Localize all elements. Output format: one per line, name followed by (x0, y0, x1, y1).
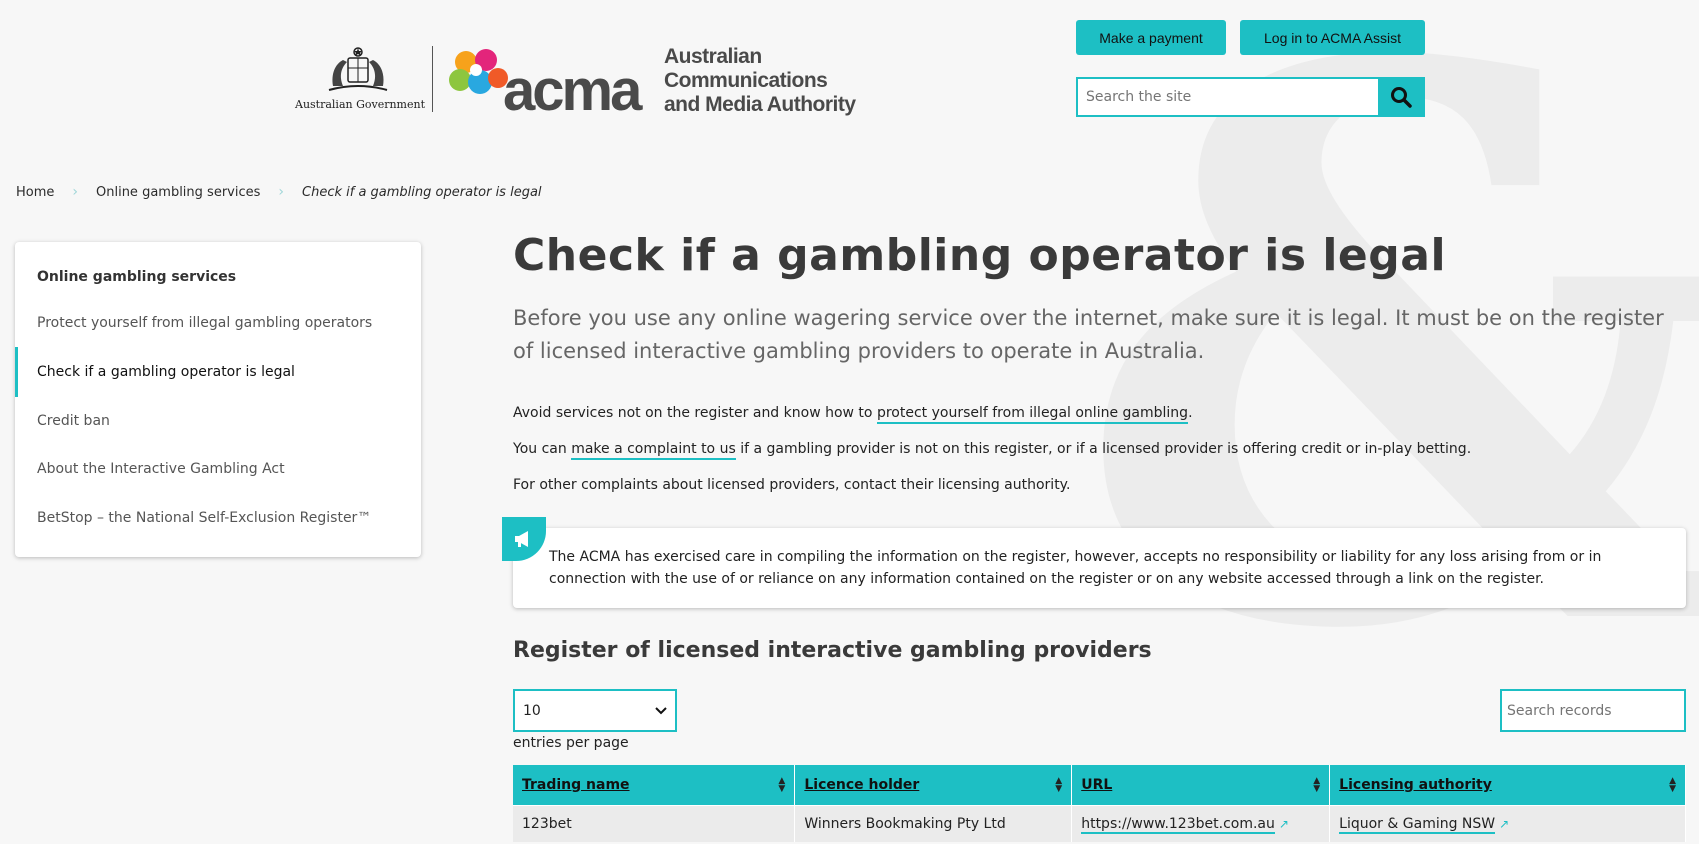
breadcrumb-current: Check if a gambling operator is legal (302, 184, 542, 200)
search-records-input[interactable] (1502, 691, 1684, 730)
sidebar-item-check-operator[interactable]: Check if a gambling operator is legal (37, 364, 295, 380)
site-search-input[interactable] (1078, 79, 1378, 115)
licensing-authority-link[interactable]: Liquor & Gaming NSW (1339, 815, 1496, 834)
paragraph-other-complaints: For other complaints about licensed prov… (513, 477, 1071, 493)
sort-icon: ▲ ▼ (1313, 776, 1321, 794)
make-payment-button[interactable]: Make a payment (1076, 20, 1226, 55)
acma-name-line-1: Australian (664, 45, 762, 68)
notice-badge (502, 517, 546, 561)
column-header-trading-name[interactable]: Trading name ▲ ▼ (513, 765, 796, 805)
sidebar-title[interactable]: Online gambling services (37, 269, 236, 285)
coat-of-arms-icon (328, 47, 387, 91)
australian-government-label: Australian Government (295, 98, 426, 111)
register-table: Trading name ▲ ▼ Licence holder ▲ ▼ URL ▲ ▼ Li… (513, 765, 1686, 842)
sidebar-active-indicator (15, 347, 18, 397)
cell-licensing-authority: Liquor & Gaming NSW ↗ (1329, 804, 1686, 842)
protect-yourself-link[interactable]: protect yourself from illegal online gam… (876, 405, 1189, 424)
column-header-label: Licensing authority (1339, 776, 1492, 793)
external-link-icon: ↗ (1499, 816, 1510, 831)
sort-icon: ▲ ▼ (1669, 776, 1676, 794)
chevron-down-icon (655, 706, 667, 714)
paragraph-avoid-services: Avoid services not on the register and k… (513, 405, 1193, 424)
column-header-licence-holder[interactable]: Licence holder ▲ ▼ (794, 765, 1073, 805)
chevron-right-icon: › (278, 184, 284, 200)
cell-licence-holder: Winners Bookmaking Pty Ltd (794, 804, 1073, 842)
lead-paragraph: Before you use any online wagering servi… (513, 306, 1664, 363)
acma-name-line-2: Communications (664, 69, 828, 92)
sort-icon: ▲ ▼ (1055, 776, 1063, 794)
breadcrumb-home[interactable]: Home (16, 185, 54, 200)
sidebar-item-protect-yourself[interactable]: Protect yourself from illegal gambling o… (37, 315, 372, 331)
sidebar-nav: Online gambling services Protect yoursel… (15, 242, 421, 557)
sidebar-item-credit-ban[interactable]: Credit ban (37, 413, 110, 429)
table-header-row: Trading name ▲ ▼ Licence holder ▲ ▼ URL ▲ ▼ Li… (513, 765, 1686, 805)
entries-value: 10 (523, 702, 541, 719)
sidebar-item-interactive-gambling-act[interactable]: About the Interactive Gambling Act (37, 461, 285, 477)
column-header-label: Licence holder (804, 776, 920, 793)
site-search (1076, 77, 1425, 117)
make-complaint-link[interactable]: make a complaint to us (571, 441, 736, 460)
acma-wordmark: acma (503, 58, 642, 123)
logo-divider (432, 46, 433, 112)
cell-url: https://www.123bet.com.au ↗ (1071, 804, 1331, 842)
paragraph-text: if a gambling provider is not on this re… (735, 441, 1472, 457)
breadcrumb-online-gambling-services[interactable]: Online gambling services (96, 185, 260, 200)
megaphone-icon (515, 531, 528, 547)
australian-government-logo[interactable]: Australian Government (295, 46, 426, 116)
paragraph-text: . (1188, 405, 1193, 421)
register-title: Register of licensed interactive gamblin… (513, 638, 1152, 663)
column-header-licensing-authority[interactable]: Licensing authority ▲ ▼ (1329, 765, 1686, 805)
paragraph-text: Avoid services not on the register and k… (513, 405, 877, 421)
table-row: 123bet Winners Bookmaking Pty Ltd https:… (513, 804, 1686, 842)
site-search-button[interactable] (1378, 79, 1423, 115)
column-header-url[interactable]: URL ▲ ▼ (1071, 765, 1331, 805)
external-link-icon: ↗ (1278, 816, 1289, 831)
search-icon (1390, 87, 1412, 108)
chevron-right-icon: › (72, 184, 78, 200)
operator-url-link[interactable]: https://www.123bet.com.au (1081, 815, 1275, 834)
disclaimer-notice: The ACMA has exercised care in compiling… (502, 517, 1686, 608)
breadcrumb: Home › Online gambling services › Check … (16, 184, 542, 200)
sort-ascending-icon: ▲ ▼ (778, 776, 786, 794)
disclaimer-text: The ACMA has exercised care in compiling… (549, 549, 1602, 587)
page-title: Check if a gambling operator is legal (513, 230, 1447, 281)
entries-per-page-select[interactable]: 10 (513, 689, 677, 732)
paragraph-complaint: You can make a complaint to us if a gamb… (513, 441, 1472, 460)
column-header-label: Trading name (522, 776, 630, 793)
entries-per-page-label: entries per page (513, 735, 629, 751)
login-acma-assist-button[interactable]: Log in to ACMA Assist (1240, 20, 1425, 55)
acma-full-name: Australian Communications and Media Auth… (664, 45, 856, 117)
acma-name-line-3: and Media Authority (664, 93, 856, 116)
column-header-label: URL (1081, 776, 1113, 793)
paragraph-text: You can (513, 441, 572, 457)
records-search (1500, 689, 1686, 732)
sidebar-item-betstop[interactable]: BetStop – the National Self-Exclusion Re… (37, 510, 371, 526)
cell-trading-name: 123bet (513, 804, 796, 842)
